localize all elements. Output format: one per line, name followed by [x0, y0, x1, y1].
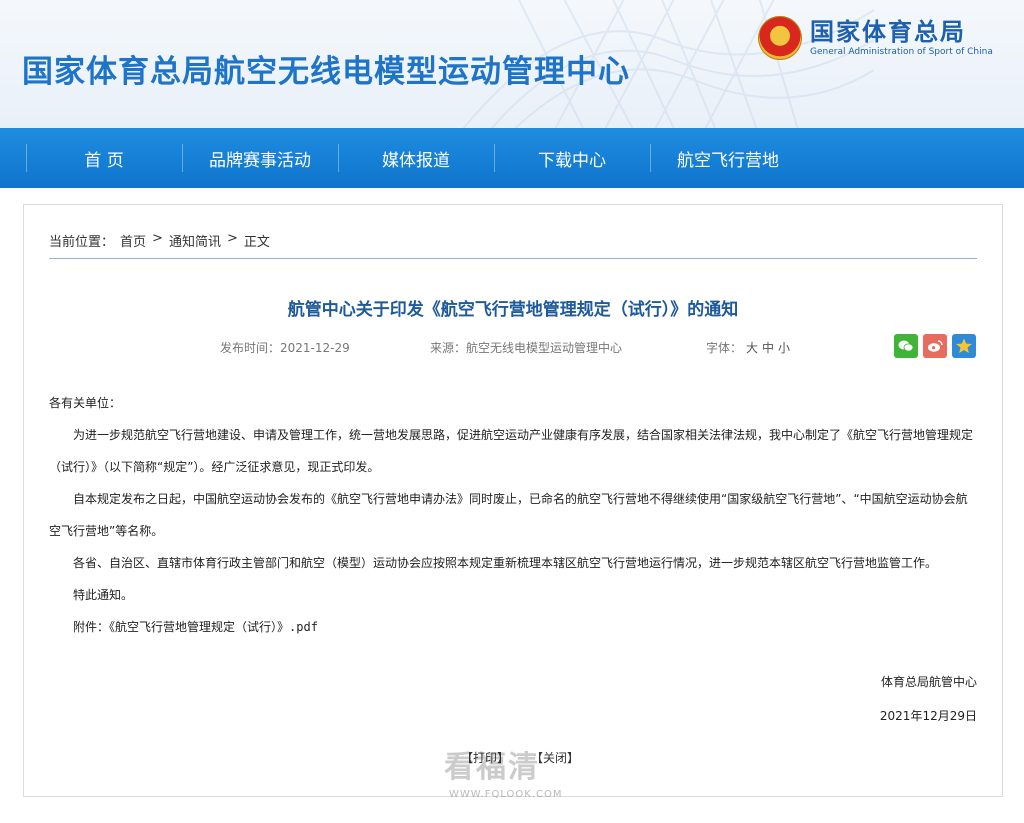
qzone-icon[interactable] — [952, 334, 976, 358]
nav-item-flight-camps[interactable]: 航空飞行营地 — [650, 128, 806, 188]
attachment-label: 附件： — [73, 620, 110, 634]
share-buttons — [894, 334, 976, 358]
gov-name-cn: 国家体育总局 — [810, 18, 966, 46]
wechat-icon[interactable] — [894, 334, 918, 358]
article-paragraph: 为进一步规范航空飞行营地建设、申请及管理工作，统一营地发展思路，促进航空运动产业… — [49, 428, 974, 474]
publish-date: 发布时间：2021-12-29 — [220, 341, 350, 355]
font-size-medium-button[interactable]: 中 — [762, 341, 774, 355]
breadcrumb-home-link[interactable]: 首页 — [120, 231, 146, 250]
signature-date: 2021年12月29日 — [879, 709, 977, 723]
article-body: 各有关单位： 为进一步规范航空飞行营地建设、申请及管理工作，统一营地发展思路，促… — [49, 387, 979, 643]
nav-item-home[interactable]: 首 页 — [26, 128, 182, 188]
font-size-controls: 字体：大中小 — [706, 339, 790, 356]
site-header: 国家体育总局航空无线电模型运动管理中心 国家体育总局 General Admin… — [0, 0, 1024, 128]
print-button[interactable]: 【打印】 — [461, 749, 509, 766]
breadcrumb-prefix: 当前位置： — [49, 235, 115, 250]
gov-name-en: General Administration of Sport of China — [810, 47, 993, 57]
article-paragraph: 自本规定发布之日起，中国航空运动协会发布的《航空飞行营地申请办法》同时废止，已命… — [49, 492, 968, 538]
nav-item-media[interactable]: 媒体报道 — [338, 128, 494, 188]
breadcrumb-section-link[interactable]: 通知简讯 — [169, 231, 221, 250]
nav-item-downloads[interactable]: 下载中心 — [494, 128, 650, 188]
signature: 体育总局航管中心 — [880, 675, 977, 689]
article-source: 来源：航空无线电模型运动管理中心 — [430, 341, 623, 355]
national-emblem-icon — [758, 16, 802, 60]
breadcrumb: 当前位置： 首页 > 通知简讯 > 正文 — [49, 231, 270, 250]
nav-item-brand-events[interactable]: 品牌赛事活动 — [182, 128, 338, 188]
font-size-label: 字体： — [706, 341, 743, 355]
breadcrumb-separator: > — [226, 231, 238, 246]
close-button[interactable]: 【关闭】 — [531, 749, 579, 766]
attachment: 附件：《航空飞行营地管理规定（试行）》.pdf — [49, 611, 979, 643]
article-container: 当前位置： 首页 > 通知简讯 > 正文 航管中心关于印发《航空飞行营地管理规定… — [23, 204, 1003, 800]
font-size-small-button[interactable]: 小 — [778, 341, 790, 355]
main-nav: 首 页 品牌赛事活动 媒体报道 下载中心 航空飞行营地 — [0, 128, 1024, 188]
article-greeting: 各有关单位： — [49, 396, 122, 410]
font-size-large-button[interactable]: 大 — [746, 341, 758, 355]
article-paragraph: 特此通知。 — [73, 588, 134, 602]
article-paragraph: 各省、自治区、直辖市体育行政主管部门和航空（模型）运动协会应按照本规定重新梳理本… — [73, 556, 938, 570]
breadcrumb-current: 正文 — [243, 235, 270, 250]
weibo-icon[interactable] — [923, 334, 947, 358]
attachment-link[interactable]: 《航空飞行营地管理规定（试行）》.pdf — [109, 620, 318, 634]
breadcrumb-divider — [49, 258, 977, 259]
site-title[interactable]: 国家体育总局航空无线电模型运动管理中心 — [22, 46, 630, 91]
article-actions: 【打印】 【关闭】 — [461, 749, 579, 766]
breadcrumb-separator: > — [152, 231, 163, 246]
gov-logo[interactable]: 国家体育总局 General Administration of Sport o… — [758, 16, 993, 60]
article-title: 航管中心关于印发《航空飞行营地管理规定（试行）》的通知 — [287, 300, 739, 320]
watermark-url: WWW.FQLOOK.COM — [449, 789, 563, 800]
gov-logo-text: 国家体育总局 General Administration of Sport o… — [810, 18, 993, 58]
